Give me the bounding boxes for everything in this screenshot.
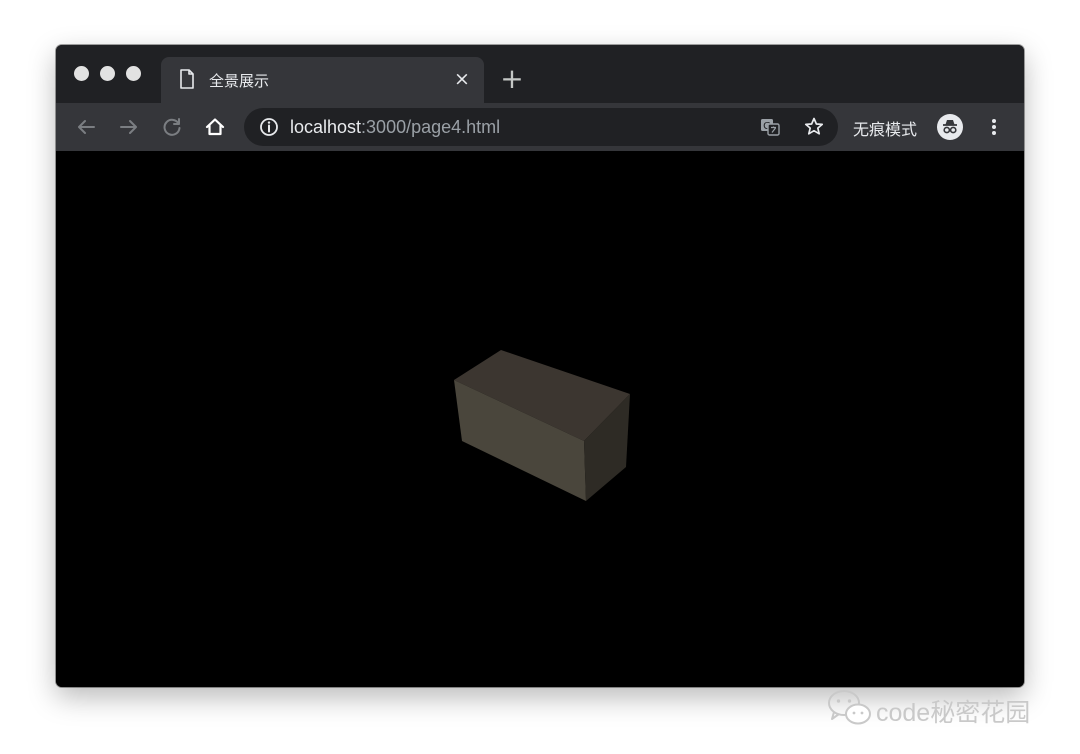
arrow-right-icon: [120, 120, 137, 134]
watermark-text: code秘密花园: [876, 699, 1031, 727]
tab-strip: 全景展示 × +: [56, 45, 1024, 103]
more-vert-icon[interactable]: [980, 113, 1008, 141]
tab-title: 全景展示: [209, 72, 270, 90]
tab-close-button[interactable]: ×: [449, 66, 475, 92]
url-path: :3000/page4.html: [361, 117, 501, 137]
url-text[interactable]: localhost:3000/page4.html: [290, 117, 500, 138]
wechat-icon: [828, 690, 871, 725]
forward-button[interactable]: [115, 113, 143, 141]
document-icon: [179, 69, 195, 89]
webgl-canvas[interactable]: [56, 151, 1024, 687]
arrow-left-icon: [78, 120, 95, 134]
info-icon[interactable]: [255, 113, 283, 141]
translate-icon[interactable]: G: [756, 113, 784, 141]
url-host: localhost: [290, 117, 362, 137]
star-icon[interactable]: [800, 113, 828, 141]
new-tab-button[interactable]: +: [497, 64, 527, 94]
incognito-label: 无痕模式: [853, 120, 918, 139]
page: 全景展示 × + localhost:3000/page4.html G 无痕模…: [0, 0, 1080, 754]
close-dot[interactable]: [74, 66, 89, 81]
home-button[interactable]: [201, 113, 229, 141]
minimize-dot[interactable]: [100, 66, 115, 81]
address-bar[interactable]: localhost:3000/page4.html G: [244, 108, 838, 146]
zoom-dot[interactable]: [126, 66, 141, 81]
back-button[interactable]: [72, 113, 100, 141]
tab-active[interactable]: 全景展示 ×: [161, 57, 484, 103]
browser-window: 全景展示 × + localhost:3000/page4.html G 无痕模…: [56, 45, 1024, 687]
reload-icon: [163, 118, 181, 136]
watermark: code秘密花园: [826, 688, 1030, 728]
scene-svg: [454, 350, 630, 501]
toolbar: localhost:3000/page4.html G 无痕模式: [56, 103, 1024, 151]
reload-button[interactable]: [158, 113, 186, 141]
home-icon: [205, 118, 225, 136]
incognito-icon[interactable]: [936, 113, 964, 141]
